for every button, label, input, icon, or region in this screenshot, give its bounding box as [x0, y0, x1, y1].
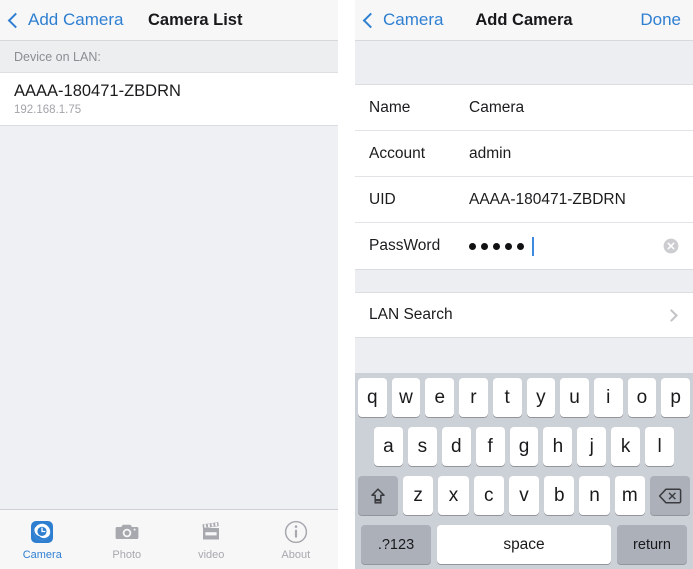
chevron-left-icon — [7, 12, 24, 28]
empty-list-area — [0, 125, 338, 509]
bottom-spacer — [355, 338, 693, 350]
key-n[interactable]: n — [579, 476, 610, 515]
back-button-label: Camera — [383, 10, 444, 29]
tab-camera-label: Camera — [22, 548, 62, 561]
account-field-label: Account — [369, 144, 426, 162]
shift-arrow-icon[interactable] — [358, 476, 399, 515]
account-input[interactable]: admin — [469, 145, 511, 163]
keyboard-row-1: q w e r t y u i o p — [357, 378, 691, 417]
lan-search-group: LAN Search — [355, 292, 693, 338]
key-h[interactable]: h — [543, 427, 573, 466]
add-camera-screen: Camera Add Camera Done Name Camera Accou… — [355, 0, 693, 569]
password-field-row[interactable]: PassWord — [355, 223, 693, 269]
key-b[interactable]: b — [544, 476, 575, 515]
back-button-label: Add Camera — [28, 10, 124, 29]
key-u[interactable]: u — [560, 378, 589, 417]
camera-app-icon — [29, 519, 55, 545]
password-dot — [493, 242, 500, 250]
page-title: Camera List — [148, 10, 243, 29]
key-g[interactable]: g — [509, 427, 539, 466]
info-circle-icon — [283, 519, 309, 545]
dual-screenshot-container: Add Camera Camera List Device on LAN: AA… — [0, 0, 693, 569]
password-dot — [505, 242, 512, 250]
key-w[interactable]: w — [391, 378, 421, 417]
key-e[interactable]: e — [425, 378, 455, 417]
key-o[interactable]: o — [627, 378, 657, 417]
key-a[interactable]: a — [374, 427, 403, 466]
space-key[interactable]: space — [437, 525, 611, 564]
back-to-add-camera-button[interactable]: Add Camera — [0, 10, 123, 30]
camera-form-group: Name Camera Account admin UID AAAA-18047… — [355, 84, 693, 270]
list-item[interactable]: AAAA-180471-ZBDRN 192.168.1.75 — [0, 73, 338, 126]
key-z[interactable]: z — [403, 476, 434, 515]
tab-about-label: About — [281, 548, 311, 561]
camera-list-screen: Add Camera Camera List Device on LAN: AA… — [0, 0, 338, 569]
uid-field-label: UID — [369, 190, 396, 208]
tab-photo-label: Photo — [112, 548, 142, 561]
chevron-left-icon — [362, 12, 379, 28]
tab-photo[interactable]: Photo — [85, 510, 170, 569]
device-uid-label: AAAA-180471-ZBDRN — [14, 82, 181, 100]
panel-divider — [338, 0, 355, 569]
name-input[interactable]: Camera — [469, 99, 524, 117]
password-input[interactable] — [469, 236, 534, 256]
lan-search-label: LAN Search — [369, 306, 453, 323]
key-v[interactable]: v — [508, 476, 540, 515]
lan-search-row[interactable]: LAN Search — [355, 293, 693, 337]
return-key[interactable]: return — [617, 525, 687, 564]
key-c[interactable]: c — [473, 476, 504, 515]
device-ip-label: 192.168.1.75 — [14, 103, 82, 116]
key-r[interactable]: r — [459, 378, 488, 417]
name-field-row[interactable]: Name Camera — [355, 85, 693, 131]
back-to-camera-button[interactable]: Camera — [355, 10, 443, 30]
numbers-key[interactable]: .?123 — [361, 525, 431, 564]
key-j[interactable]: j — [577, 427, 607, 466]
password-dot — [517, 242, 524, 250]
password-dot — [481, 242, 488, 250]
tab-camera[interactable]: Camera — [0, 510, 85, 569]
key-q[interactable]: q — [357, 378, 387, 417]
tab-video-label: video — [198, 548, 225, 561]
text-cursor — [532, 236, 534, 256]
tab-about[interactable]: About — [254, 510, 339, 569]
left-navigation-bar: Add Camera Camera List — [0, 0, 338, 41]
bottom-tab-bar: Camera Photo video About — [0, 509, 338, 569]
key-i[interactable]: i — [593, 378, 623, 417]
keyboard-row-3: z x c v b n m — [358, 476, 690, 515]
key-d[interactable]: d — [441, 427, 471, 466]
name-field-label: Name — [369, 98, 411, 116]
onscreen-keyboard: q w e r t y u i o p a s d f g h j k l z … — [355, 373, 693, 569]
photo-camera-icon — [114, 519, 140, 545]
account-field-row[interactable]: Account admin — [355, 131, 693, 177]
uid-input[interactable]: AAAA-180471-ZBDRN — [469, 191, 626, 209]
form-lan-spacer — [355, 270, 693, 292]
right-navigation-bar: Camera Add Camera Done — [355, 0, 693, 41]
key-s[interactable]: s — [407, 427, 437, 466]
key-l[interactable]: l — [645, 427, 675, 466]
key-f[interactable]: f — [475, 427, 505, 466]
keyboard-row-2: a s d f g h j k l — [358, 427, 690, 466]
done-button[interactable]: Done — [640, 10, 681, 30]
chevron-right-icon — [665, 308, 678, 322]
clapperboard-icon — [198, 519, 224, 545]
key-k[interactable]: k — [611, 427, 641, 466]
device-list-section-header: Device on LAN: — [0, 41, 338, 73]
key-y[interactable]: y — [526, 378, 556, 417]
tab-video[interactable]: video — [169, 510, 254, 569]
password-dot — [469, 242, 476, 250]
keyboard-row-4: .?123 space return — [358, 525, 690, 564]
uid-field-row[interactable]: UID AAAA-180471-ZBDRN — [355, 177, 693, 223]
backspace-icon[interactable] — [649, 476, 690, 515]
key-t[interactable]: t — [492, 378, 522, 417]
key-p[interactable]: p — [661, 378, 691, 417]
key-x[interactable]: x — [438, 476, 469, 515]
key-m[interactable]: m — [614, 476, 645, 515]
password-field-label: PassWord — [369, 237, 441, 254]
top-spacer — [355, 41, 693, 84]
clear-circle-icon[interactable] — [663, 238, 679, 254]
